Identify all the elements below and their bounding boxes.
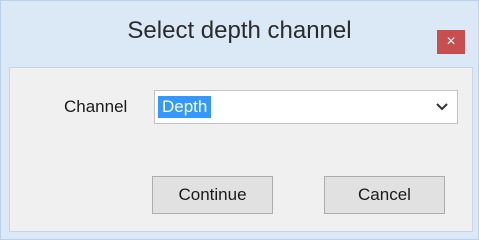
chevron-down-icon[interactable] (435, 100, 449, 114)
close-icon: × (446, 33, 456, 50)
close-button[interactable]: × (437, 30, 465, 54)
title-bar[interactable]: Select depth channel × (1, 1, 478, 61)
dialog-body: Channel Depth Continue Cancel (9, 67, 473, 232)
cancel-button[interactable]: Cancel (324, 176, 445, 214)
continue-button[interactable]: Continue (152, 176, 273, 214)
channel-label: Channel (64, 97, 128, 116)
channel-select[interactable]: Depth (154, 90, 458, 124)
channel-selected-value: Depth (158, 96, 212, 118)
dialog-window: Select depth channel × Channel Depth Con… (0, 0, 479, 240)
dialog-title: Select depth channel (127, 17, 352, 44)
